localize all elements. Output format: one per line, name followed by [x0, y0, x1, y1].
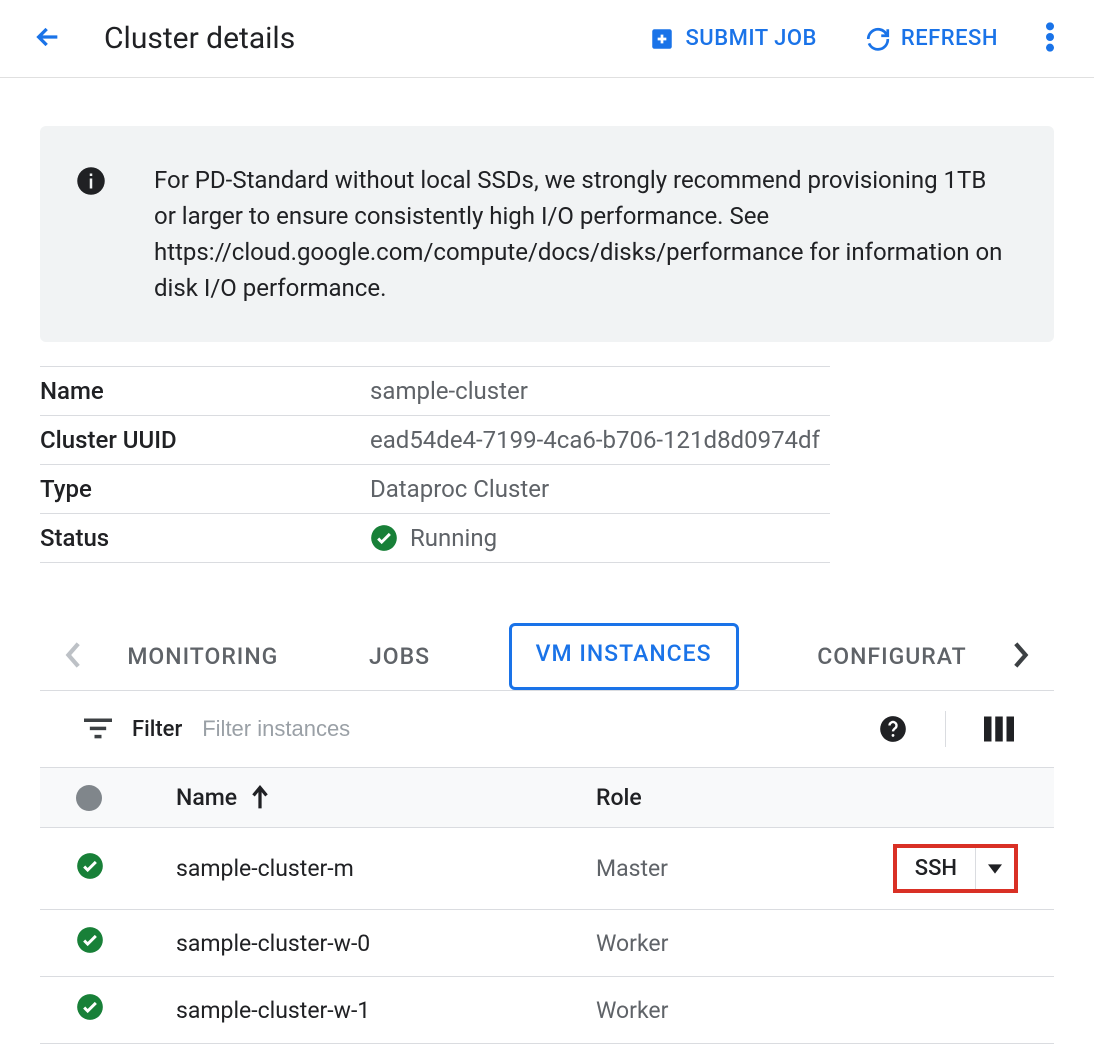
columns-icon[interactable] [984, 716, 1014, 742]
table-row: sample-cluster-w-1 Worker [40, 977, 1054, 1044]
refresh-button[interactable]: REFRESH [849, 18, 1014, 60]
more-menu-button[interactable] [1030, 13, 1070, 65]
check-circle-icon [370, 524, 398, 552]
check-circle-icon [76, 852, 104, 880]
tab-scroll-left[interactable] [56, 633, 92, 681]
vm-instances-table: Name Role sample-cluster-m Master SSH [40, 767, 1054, 1044]
th-name[interactable]: Name [176, 784, 596, 811]
help-icon[interactable] [879, 715, 907, 743]
ssh-label: SSH [897, 848, 976, 889]
chevron-left-icon [64, 641, 84, 669]
tab-vm-instances[interactable]: VM INSTANCES [509, 623, 739, 690]
table-header: Name Role [40, 767, 1054, 828]
caret-down-icon [988, 864, 1002, 874]
check-circle-icon [76, 993, 104, 1021]
row-role: Worker [596, 997, 858, 1024]
divider [945, 711, 946, 747]
row-name[interactable]: sample-cluster-m [176, 855, 596, 882]
detail-row-status: Status Running [40, 513, 830, 563]
refresh-icon [865, 26, 891, 52]
ssh-dropdown[interactable] [976, 848, 1014, 889]
tab-scroll-right[interactable] [1002, 633, 1038, 681]
info-text: For PD-Standard without local SSDs, we s… [154, 162, 1014, 306]
detail-row-uuid: Cluster UUID ead54de4-7199-4ca6-b706-121… [40, 415, 830, 464]
info-icon [76, 166, 106, 306]
detail-row-name: Name sample-cluster [40, 366, 830, 415]
table-row: sample-cluster-w-0 Worker [40, 910, 1054, 977]
detail-value: sample-cluster [370, 377, 528, 405]
cluster-details-table: Name sample-cluster Cluster UUID ead54de… [40, 366, 830, 563]
row-role: Master [596, 855, 858, 882]
detail-label: Cluster UUID [40, 426, 370, 454]
filter-input[interactable] [202, 716, 859, 742]
status-text: Running [410, 524, 497, 552]
th-status [76, 785, 176, 811]
submit-job-button[interactable]: SUBMIT JOB [633, 18, 832, 60]
back-button[interactable] [24, 13, 72, 65]
row-name[interactable]: sample-cluster-w-1 [176, 997, 596, 1024]
tabs: MONITORING JOBS VM INSTANCES CONFIGURAT [92, 623, 1002, 690]
refresh-label: REFRESH [901, 26, 998, 51]
row-role: Worker [596, 930, 858, 957]
detail-value: Dataproc Cluster [370, 475, 549, 503]
table-row: sample-cluster-m Master SSH [40, 828, 1054, 910]
row-status [76, 926, 176, 960]
row-status [76, 993, 176, 1027]
detail-label: Name [40, 377, 370, 405]
more-vert-icon [1046, 21, 1054, 53]
tabs-bar: MONITORING JOBS VM INSTANCES CONFIGURAT [40, 623, 1054, 691]
detail-value: ead54de4-7199-4ca6-b706-121d8d0974df [370, 426, 820, 454]
tab-jobs[interactable]: JOBS [357, 623, 442, 690]
detail-row-type: Type Dataproc Cluster [40, 464, 830, 513]
filter-icon [84, 718, 112, 740]
detail-value: Running [370, 524, 497, 552]
filter-label: Filter [132, 717, 182, 742]
th-name-label: Name [176, 784, 237, 811]
row-name[interactable]: sample-cluster-w-0 [176, 930, 596, 957]
ssh-button[interactable]: SSH [893, 844, 1018, 893]
row-action: SSH [858, 844, 1018, 893]
info-banner: For PD-Standard without local SSDs, we s… [40, 126, 1054, 342]
plus-box-icon [649, 26, 675, 52]
detail-label: Status [40, 524, 370, 552]
check-circle-icon [76, 926, 104, 954]
status-header-dot [76, 785, 102, 811]
content: For PD-Standard without local SSDs, we s… [0, 78, 1094, 1044]
arrow-up-icon [249, 785, 271, 811]
arrow-left-icon [32, 21, 64, 53]
submit-job-label: SUBMIT JOB [685, 26, 816, 51]
tab-monitoring[interactable]: MONITORING [115, 623, 290, 690]
page-title: Cluster details [104, 21, 295, 56]
row-status [76, 852, 176, 886]
chevron-right-icon [1010, 641, 1030, 669]
header-bar: Cluster details SUBMIT JOB REFRESH [0, 0, 1094, 78]
filter-bar: Filter [40, 691, 1054, 767]
tab-configuration[interactable]: CONFIGURAT [805, 623, 978, 690]
detail-label: Type [40, 475, 370, 503]
th-role[interactable]: Role [596, 784, 858, 811]
